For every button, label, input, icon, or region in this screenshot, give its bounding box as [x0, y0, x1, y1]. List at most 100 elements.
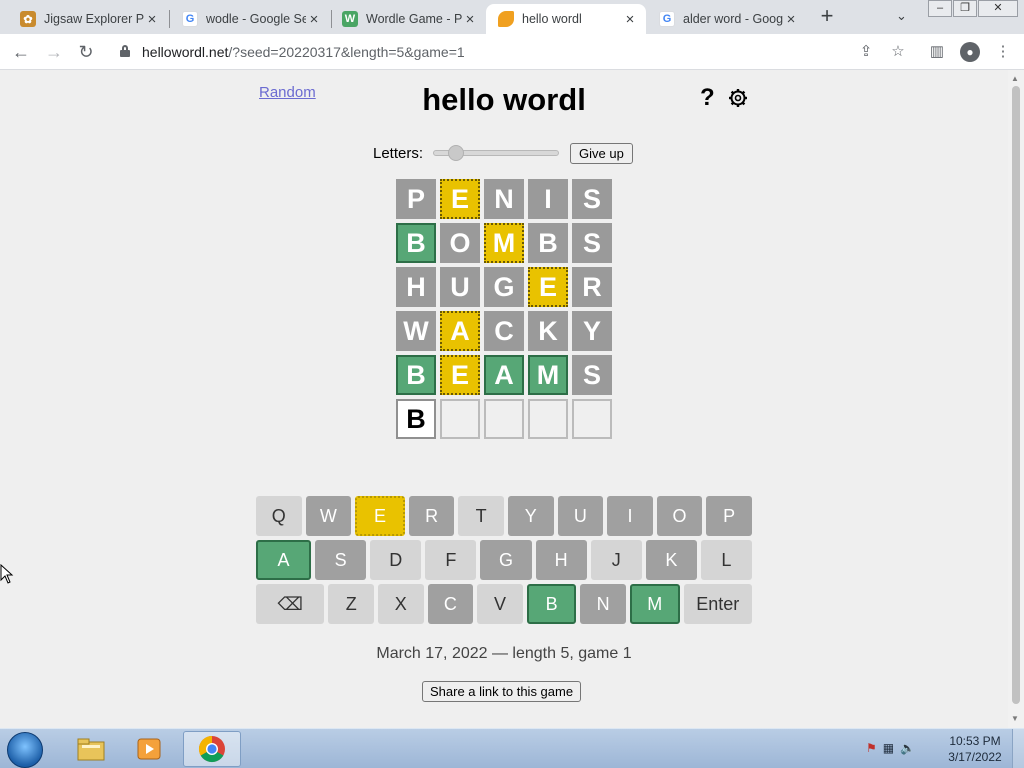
browser-toolbar: ← → ↻ hellowordl.net/?seed=20220317&leng…	[0, 34, 1024, 70]
game-info-text: March 17, 2022 — length 5, game 1	[376, 645, 632, 662]
scroll-down-arrow-icon[interactable]: ▼	[1011, 714, 1019, 723]
board-tile: E	[440, 179, 480, 219]
give-up-button[interactable]: Give up	[570, 142, 633, 164]
key-s[interactable]: S	[315, 540, 367, 580]
tab-hello-wordl[interactable]: hello wordl ×	[486, 4, 646, 34]
profile-avatar-icon[interactable]: ●	[960, 42, 980, 62]
board-tile	[572, 399, 612, 439]
close-icon[interactable]: ×	[622, 11, 638, 28]
board-tile: C	[484, 311, 524, 351]
kebab-menu-icon[interactable]: ⋮	[994, 43, 1012, 61]
key-q[interactable]: Q	[256, 496, 302, 536]
key-j[interactable]: J	[590, 540, 642, 580]
chrome-taskbar-icon[interactable]	[183, 731, 241, 767]
clock-date: 3/17/2022	[948, 750, 1002, 764]
board-tile: B	[396, 223, 436, 263]
lock-icon[interactable]	[120, 45, 130, 57]
keyboard-row: ASDFGHJKL	[256, 540, 752, 580]
vertical-scrollbar[interactable]: ▲ ▼	[1008, 70, 1024, 728]
board-tile: M	[528, 355, 568, 395]
volume-icon[interactable]: 🔈	[900, 741, 915, 755]
letters-label: Letters:	[373, 144, 424, 162]
key-k[interactable]: K	[645, 540, 697, 580]
share-link-button[interactable]: Share a link to this game	[422, 681, 582, 702]
restore-button[interactable]: ❐	[953, 0, 977, 17]
key-v[interactable]: V	[477, 584, 523, 624]
address-bar[interactable]: hellowordl.net/?seed=20220317&length=5&g…	[108, 37, 920, 67]
share-icon[interactable]: ⇪	[857, 43, 875, 61]
forward-arrow-icon[interactable]: →	[42, 40, 66, 64]
board-tile	[528, 399, 568, 439]
word-length-slider[interactable]	[433, 145, 560, 161]
tab-wordle-game[interactable]: W Wordle Game - Pla ×	[330, 4, 486, 34]
close-icon[interactable]: ×	[144, 11, 160, 28]
key-l[interactable]: L	[700, 540, 752, 580]
scrollbar-thumb[interactable]	[1012, 86, 1020, 704]
key-i[interactable]: I	[607, 496, 653, 536]
puzzle-icon: ✿	[20, 11, 36, 27]
back-arrow-icon[interactable]: ←	[9, 40, 33, 64]
url-host: hellowordl.net	[142, 44, 229, 60]
key-o[interactable]: O	[656, 496, 703, 536]
key-c[interactable]: C	[427, 584, 474, 624]
help-icon[interactable]: ?	[700, 84, 715, 112]
start-button-windows-icon[interactable]	[7, 732, 43, 768]
tab-jigsaw-explorer[interactable]: ✿ Jigsaw Explorer Pu ×	[8, 4, 168, 34]
on-screen-keyboard: Q W E R T Y U I O P A S D F G H J K L ⌫ Z X C V B N M Enter	[256, 496, 752, 628]
key-d[interactable]: D	[370, 540, 422, 580]
close-icon[interactable]: ×	[783, 11, 799, 28]
settings-gear-icon[interactable]	[728, 88, 748, 108]
board-tile: B	[396, 399, 436, 439]
minimize-button[interactable]: –	[928, 0, 952, 17]
tab-title: alder word - Goog	[683, 12, 783, 26]
action-center-flag-icon[interactable]: ⚑	[866, 741, 877, 755]
slider-knob[interactable]	[448, 145, 465, 161]
key-n[interactable]: N	[580, 584, 626, 624]
network-icon[interactable]: ▦	[883, 741, 894, 755]
key-e[interactable]: E	[355, 496, 405, 536]
key-y[interactable]: Y	[507, 496, 554, 536]
key-m[interactable]: M	[629, 584, 680, 624]
key-z[interactable]: Z	[328, 584, 374, 624]
board-tile: H	[396, 267, 436, 307]
key-r[interactable]: R	[408, 496, 455, 536]
reload-icon[interactable]: ↻	[74, 40, 98, 64]
page-title: hello wordl	[422, 82, 586, 117]
board-tile	[484, 399, 524, 439]
scroll-up-arrow-icon[interactable]: ▲	[1011, 74, 1019, 83]
board-tile: W	[396, 311, 436, 351]
key-t[interactable]: T	[458, 496, 504, 536]
side-panel-icon[interactable]: ▥	[928, 43, 946, 61]
new-tab-button[interactable]: +	[816, 5, 838, 28]
key-enter[interactable]: Enter	[683, 584, 752, 624]
close-icon[interactable]: ×	[306, 11, 322, 28]
tab-alder-word-google[interactable]: G alder word - Goog ×	[647, 4, 807, 34]
window-close-button[interactable]: ✕	[978, 0, 1018, 17]
url-path: /?seed=20220317&length=5&game=1	[228, 44, 465, 60]
key-g[interactable]: G	[480, 540, 532, 580]
key-h[interactable]: H	[535, 540, 587, 580]
key-w[interactable]: W	[305, 496, 352, 536]
key-u[interactable]: U	[557, 496, 604, 536]
media-player-taskbar-icon[interactable]	[120, 731, 178, 767]
board-tile: K	[528, 311, 568, 351]
key-a[interactable]: A	[256, 540, 312, 580]
keyboard-row: ⌫ Z X C V B N M Enter	[256, 584, 752, 624]
board-tile: U	[440, 267, 480, 307]
close-icon[interactable]: ×	[462, 11, 478, 28]
bookmark-star-icon[interactable]: ☆	[889, 43, 907, 61]
key-x[interactable]: X	[378, 584, 424, 624]
key-b[interactable]: B	[526, 584, 577, 624]
tab-search-chevron-icon[interactable]: ⌄	[896, 8, 907, 24]
tab-wodle-google[interactable]: G wodle - Google Se ×	[170, 4, 330, 34]
letters-control: Letters: Give up	[373, 142, 633, 164]
taskbar-clock[interactable]: 10:53 PM 3/17/2022	[945, 733, 1005, 765]
board-tile: S	[572, 179, 612, 219]
board-tile: E	[528, 267, 568, 307]
key-backspace[interactable]: ⌫	[256, 584, 325, 624]
file-explorer-taskbar-icon[interactable]	[62, 731, 120, 767]
key-f[interactable]: F	[425, 540, 477, 580]
key-p[interactable]: P	[706, 496, 752, 536]
show-desktop-button[interactable]	[1012, 729, 1024, 768]
browser-tab-bar: ✿ Jigsaw Explorer Pu × G wodle - Google …	[0, 0, 1024, 34]
